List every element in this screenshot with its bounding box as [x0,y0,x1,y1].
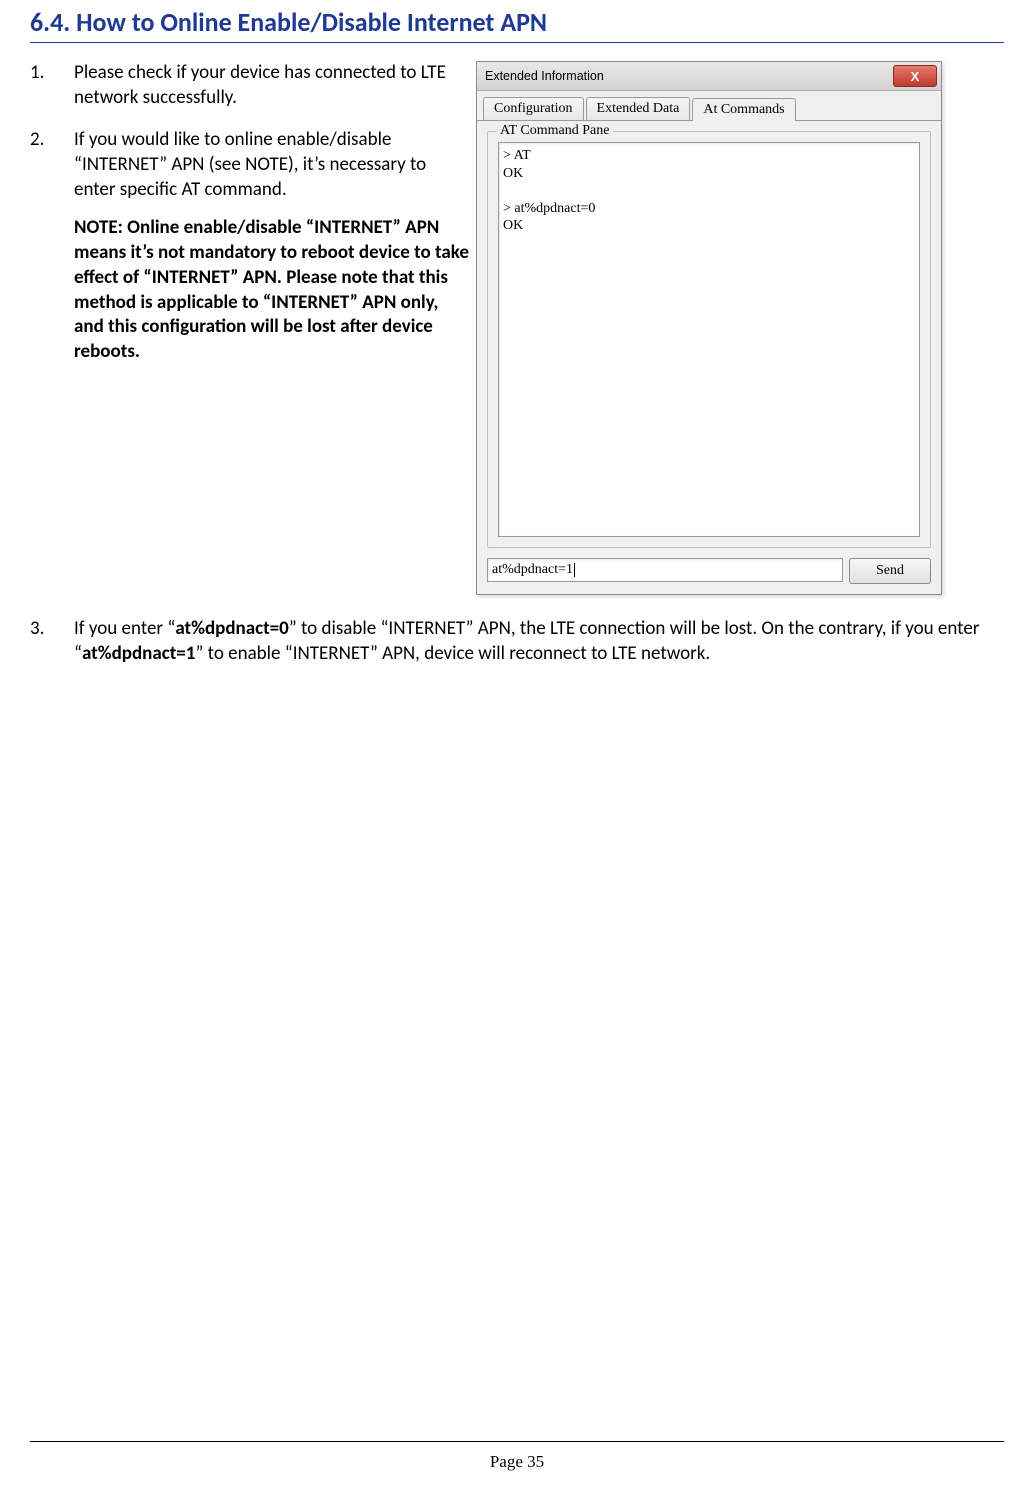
command-input[interactable]: at%dpdnact=1 [487,558,843,582]
tab-configuration[interactable]: Configuration [483,97,584,120]
step-1: Please check if your device has connecte… [30,61,470,110]
step-2: If you would like to online enable/disab… [30,128,470,364]
send-button[interactable]: Send [849,558,931,584]
group-title: AT Command Pane [496,123,613,139]
text-caret-icon [574,563,575,577]
step-3: If you enter “at%dpdnact=0” to disable “… [30,617,1004,666]
step-3-cmd1: at%dpdnact=1 [82,642,195,665]
close-icon: X [911,70,920,83]
tab-extended-data[interactable]: Extended Data [586,97,691,120]
step-1-text: Please check if your device has connecte… [74,61,446,109]
footer-divider [30,1441,1004,1442]
step-3-cmd0: at%dpdnact=0 [175,617,288,640]
tab-at-commands[interactable]: At Commands [692,98,795,121]
dialog-titlebar: Extended Information X [477,62,941,91]
close-button[interactable]: X [893,65,937,87]
step-2-note: NOTE: Online enable/disable “INTERNET” A… [74,216,470,364]
step-2-text: If you would like to online enable/disab… [74,128,426,200]
console-output: > AT OK > at%dpdnact=0 OK [498,142,920,537]
page-number: Page 35 [0,1452,1034,1472]
step-3-text-a: If you enter “ [74,617,175,640]
at-command-pane-group: AT Command Pane > AT OK > at%dpdnact=0 O… [487,131,931,548]
dialog-tabs: Configuration Extended Data At Commands [477,91,941,121]
dialog-title: Extended Information [485,69,604,83]
instructions-column: Please check if your device has connecte… [30,61,470,383]
command-input-value: at%dpdnact=1 [492,562,573,578]
step-3-text-c: ” to enable “INTERNET” APN, device will … [195,642,710,665]
section-heading: 6.4. How to Online Enable/Disable Intern… [30,6,1004,43]
extended-information-dialog: Extended Information X Configuration Ext… [476,61,942,595]
